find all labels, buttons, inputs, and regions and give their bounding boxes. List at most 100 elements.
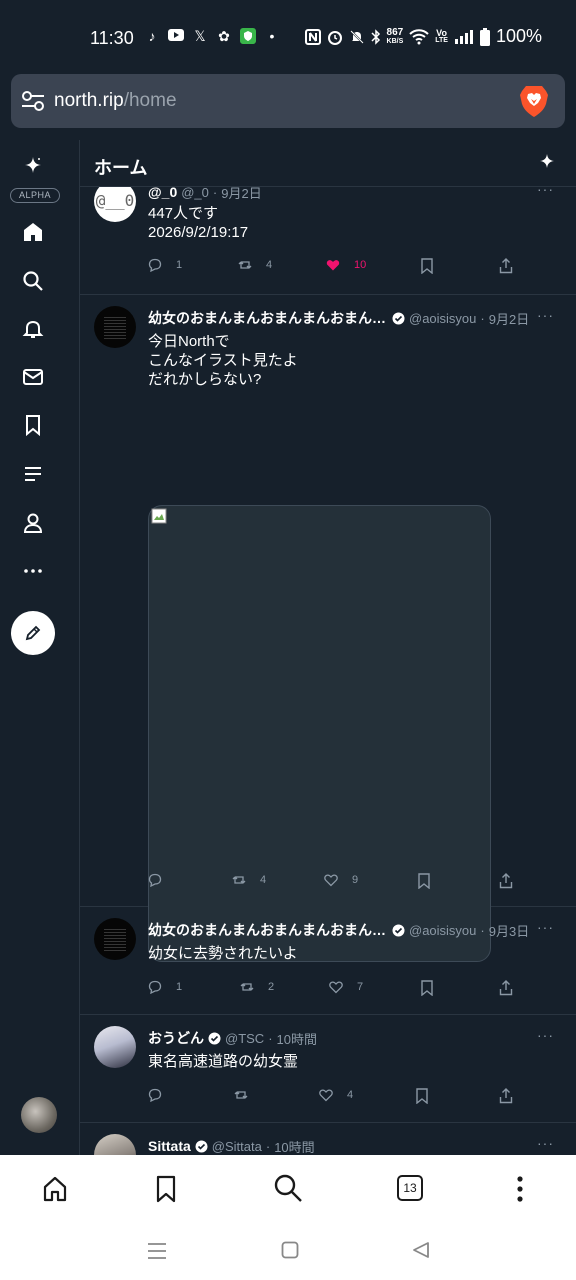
post-date[interactable]: 9月2日 [221,187,261,202]
separator-dot: · [212,187,218,200]
sidebar-item-profile[interactable] [20,510,46,536]
share-icon [499,980,513,996]
heart-icon [329,981,343,994]
home-nav-icon[interactable] [281,1241,299,1259]
avatar[interactable]: @__0 [94,187,136,222]
share-button[interactable] [499,258,513,274]
post-image[interactable] [148,505,491,962]
post-item[interactable]: 幼女のおまんまんおまんまんおまんまんおまんまん @aoisisyou · 9月2… [80,295,576,962]
share-icon [499,873,513,889]
author-handle[interactable]: @TSC [225,1031,264,1046]
avatar[interactable] [94,1134,136,1155]
author-handle[interactable]: @Sittata [212,1139,262,1154]
post-date[interactable]: 10時間 [274,1137,314,1156]
avatar[interactable] [94,918,136,960]
recents-icon[interactable] [147,1242,167,1260]
repost-button[interactable]: 4 [232,873,266,887]
heart-filled-icon [326,260,340,271]
post-item[interactable]: 幼女のおまんまんおまんまんおまんまんおまんまん @aoisisyou · 9月3… [80,907,576,1015]
repost-button[interactable]: 2 [240,980,274,994]
author-handle[interactable]: @aoisisyou [409,923,476,938]
author-handle[interactable]: @_0 [181,187,209,200]
sidebar-item-search[interactable] [20,268,46,294]
compose-button[interactable] [11,611,55,655]
reply-button[interactable] [148,873,176,887]
reply-icon [148,980,162,994]
post-menu-button[interactable]: ··· [537,1027,554,1043]
author-name[interactable]: おうどん [148,1028,204,1048]
pencil-icon [25,625,41,641]
bookmark-icon[interactable] [154,1175,178,1203]
post-menu-button[interactable]: ··· [537,307,554,323]
like-count: 9 [352,874,359,886]
post-actions: 1 4 10 [148,258,520,278]
post-actions: 4 9 [148,873,520,893]
repost-button[interactable]: 4 [238,258,272,272]
mail-icon [23,369,43,385]
bookmark-icon [26,415,40,436]
account-avatar[interactable] [21,1097,57,1133]
mute-icon [349,29,364,44]
timeline-feed: @__0 @_0 @_0 · 9月2日 ··· 447人です 2026/9/2/… [80,187,576,1155]
repost-icon [238,261,252,269]
sparkle-icon[interactable] [540,154,554,168]
reply-button[interactable] [148,1088,176,1102]
author-name[interactable]: @_0 [148,187,177,200]
bookmark-icon [421,258,433,274]
repost-button[interactable] [234,1088,262,1102]
notification-icons: ♪ 𝕏 ✿ • [144,28,280,44]
reply-count: 1 [176,259,183,271]
sidebar-item-notifications[interactable] [20,316,46,342]
sidebar-item-messages[interactable] [20,364,46,390]
bookmark-button[interactable] [420,980,434,996]
sidebar-item-lists[interactable] [20,461,46,487]
like-button[interactable]: 10 [326,258,366,272]
post-date[interactable]: 9月2日 [489,309,529,328]
sidebar-item-bookmarks[interactable] [20,412,46,438]
author-handle[interactable]: @aoisisyou [409,311,476,326]
author-name[interactable]: 幼女のおまんまんおまんまんおまんまんおまんまん [148,308,388,328]
site-settings-icon[interactable] [21,90,45,112]
bookmark-button[interactable] [415,1088,429,1104]
post-menu-button[interactable]: ··· [537,1135,554,1151]
bookmark-button[interactable] [417,873,431,889]
post-item[interactable]: @__0 @_0 @_0 · 9月2日 ··· 447人です 2026/9/2/… [80,187,576,295]
tab-switcher-button[interactable]: 13 [397,1175,423,1201]
like-button[interactable]: 9 [324,873,358,887]
avatar[interactable] [94,1026,136,1068]
post-date[interactable]: 9月3日 [489,921,529,940]
home-icon[interactable] [41,1175,69,1203]
share-button[interactable] [499,980,513,996]
post-meta: おうどん @TSC · 10時間 [148,1028,536,1048]
reply-button[interactable]: 1 [148,980,182,994]
bookmark-button[interactable] [420,258,434,274]
reply-icon [148,258,162,272]
share-button[interactable] [499,1088,513,1104]
sidebar-item-home[interactable] [20,219,46,245]
sparkle-logo-icon[interactable] [24,156,42,174]
author-name[interactable]: Sittata [148,1138,191,1154]
post-menu-button[interactable]: ··· [537,919,554,935]
reply-button[interactable]: 1 [148,258,182,272]
back-icon[interactable] [412,1241,430,1259]
post-item[interactable]: おうどん @TSC · 10時間 ··· 東名高速道路の幼女霊 4 [80,1015,576,1123]
address-bar[interactable]: north.rip/home [11,74,565,128]
post-text: 東名高速道路の幼女霊 [148,1053,299,1070]
post-menu-button[interactable]: ··· [537,187,554,197]
repost-count: 4 [260,874,267,886]
share-button[interactable] [499,873,513,889]
post-date[interactable]: 10時間 [277,1029,317,1048]
more-vertical-icon[interactable] [510,1175,530,1203]
brave-shields-icon[interactable] [519,84,549,118]
like-button[interactable]: 7 [329,980,363,994]
list-icon [25,467,41,481]
author-name[interactable]: 幼女のおまんまんおまんまんおまんまんおまんまん [148,920,388,940]
like-button[interactable]: 4 [319,1088,353,1102]
avatar[interactable] [94,306,136,348]
url-text[interactable]: north.rip/home [54,90,177,112]
post-text: 幼女に去勢されたいよ [148,945,298,962]
sidebar-item-more[interactable] [20,558,46,584]
post-item[interactable]: Sittata @Sittata · 10時間 ··· [80,1123,576,1155]
alarm-icon [327,30,342,45]
search-icon[interactable] [273,1173,303,1203]
